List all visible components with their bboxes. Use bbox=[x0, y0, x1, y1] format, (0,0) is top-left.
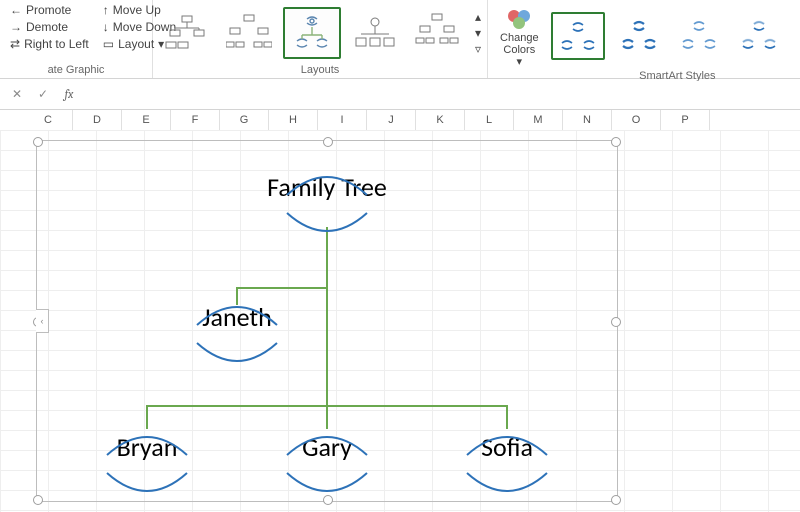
col-header[interactable]: E bbox=[122, 110, 171, 130]
formula-bar: ✕ ✓ fx bbox=[0, 79, 800, 110]
arc-bottom-icon bbox=[192, 333, 282, 373]
layouts-gallery-expand[interactable]: ▿ bbox=[475, 42, 481, 56]
demote-button[interactable]: → Demote bbox=[6, 19, 93, 35]
demote-label: Demote bbox=[26, 20, 68, 34]
smartart-node-child[interactable]: Sofia bbox=[447, 431, 567, 463]
connector bbox=[326, 289, 328, 405]
change-colors-label: Change Colors bbox=[500, 32, 539, 56]
style-option-1-selected[interactable] bbox=[551, 12, 605, 60]
layout-option-2[interactable] bbox=[221, 7, 277, 57]
chevron-down-icon: ▾ bbox=[517, 56, 523, 68]
layouts-scroll-up[interactable]: ▴ bbox=[475, 10, 481, 24]
ribbon-group-smartart-styles: Change Colors ▾ ▴ ▾ ▿ SmartArt Styles bbox=[488, 0, 800, 78]
promote-label: Promote bbox=[26, 3, 71, 17]
col-header[interactable]: I bbox=[318, 110, 367, 130]
arc-bottom-icon bbox=[282, 203, 372, 243]
more-icon: ▿ bbox=[475, 42, 481, 56]
col-header[interactable]: K bbox=[416, 110, 465, 130]
col-header[interactable]: H bbox=[269, 110, 318, 130]
arc-top-icon bbox=[102, 425, 192, 465]
style-option-5[interactable] bbox=[793, 12, 800, 58]
right-to-left-button[interactable]: ⇄ Right to Left bbox=[6, 36, 93, 52]
smartart-node-child[interactable]: Gary bbox=[267, 431, 387, 463]
chevron-up-icon: ▴ bbox=[475, 10, 481, 24]
arc-top-icon bbox=[282, 425, 372, 465]
arc-top-icon bbox=[282, 165, 372, 205]
column-header-row: C D E F G H I J K L M N O P bbox=[0, 110, 800, 131]
check-icon: ✓ bbox=[38, 87, 48, 101]
col-header[interactable]: N bbox=[563, 110, 612, 130]
style-option-3[interactable] bbox=[673, 12, 725, 58]
layout-label: Layout bbox=[118, 37, 154, 51]
resize-handle[interactable] bbox=[611, 317, 621, 327]
arc-top-icon bbox=[462, 425, 552, 465]
col-header[interactable]: O bbox=[612, 110, 661, 130]
group-create-label: ate Graphic bbox=[6, 64, 146, 78]
style-option-4[interactable] bbox=[733, 12, 785, 58]
group-layouts-label: Layouts bbox=[159, 64, 481, 78]
worksheet[interactable]: C D E F G H I J K L M N O P ‹ bbox=[0, 110, 800, 512]
arrow-up-icon: ↑ bbox=[103, 3, 109, 17]
resize-handle[interactable] bbox=[611, 495, 621, 505]
col-header[interactable]: P bbox=[661, 110, 710, 130]
resize-handle[interactable] bbox=[33, 495, 43, 505]
fx-button[interactable]: fx bbox=[60, 85, 78, 103]
smartart-object[interactable]: ‹ Family Tree Janeth Bryan G bbox=[36, 140, 618, 502]
cancel-formula-button[interactable]: ✕ bbox=[8, 85, 26, 103]
rtl-label: Right to Left bbox=[24, 37, 89, 51]
ribbon-group-create-graphic: ←Promote →Demote ⇄Right to Left ↑Move Up… bbox=[0, 0, 153, 78]
smartart-node-root[interactable]: Family Tree bbox=[257, 171, 397, 203]
arrow-down-icon: ↓ bbox=[103, 20, 109, 34]
chevron-down-icon: ▾ bbox=[475, 26, 481, 40]
x-icon: ✕ bbox=[12, 87, 22, 101]
swap-icon: ⇄ bbox=[10, 37, 20, 51]
ribbon-group-layouts: ▴ ▾ ▿ Layouts bbox=[153, 0, 488, 78]
layout-option-5[interactable] bbox=[409, 7, 465, 57]
style-option-2[interactable] bbox=[613, 12, 665, 58]
smartart-node-level1[interactable]: Janeth bbox=[177, 301, 297, 333]
col-header[interactable]: J bbox=[367, 110, 416, 130]
layout-option-4[interactable] bbox=[347, 7, 403, 57]
resize-handle[interactable] bbox=[323, 137, 333, 147]
text-pane-toggle[interactable]: ‹ bbox=[36, 309, 49, 333]
resize-handle[interactable] bbox=[611, 137, 621, 147]
enter-formula-button[interactable]: ✓ bbox=[34, 85, 52, 103]
resize-handle[interactable] bbox=[33, 137, 43, 147]
layouts-scroll-down[interactable]: ▾ bbox=[475, 26, 481, 40]
layout-option-1[interactable] bbox=[159, 7, 215, 57]
smartart-node-child[interactable]: Bryan bbox=[87, 431, 207, 463]
col-header[interactable]: F bbox=[171, 110, 220, 130]
fx-label: fx bbox=[65, 87, 74, 101]
col-header[interactable]: D bbox=[73, 110, 122, 130]
connector bbox=[236, 287, 328, 289]
chevron-left-icon: ‹ bbox=[41, 316, 44, 326]
arc-bottom-icon bbox=[282, 463, 372, 503]
color-wheel-icon bbox=[505, 4, 533, 30]
layout-option-3-selected[interactable] bbox=[283, 7, 341, 59]
arrow-left-icon: ← bbox=[10, 3, 22, 17]
formula-input[interactable] bbox=[86, 81, 800, 107]
change-colors-button[interactable]: Change Colors ▾ bbox=[494, 2, 545, 70]
col-header[interactable]: G bbox=[220, 110, 269, 130]
col-header[interactable]: M bbox=[514, 110, 563, 130]
layout-icon: ▭ bbox=[103, 37, 114, 51]
arc-bottom-icon bbox=[102, 463, 192, 503]
col-header[interactable]: C bbox=[24, 110, 73, 130]
promote-button[interactable]: ← Promote bbox=[6, 2, 93, 18]
col-header[interactable]: L bbox=[465, 110, 514, 130]
arrow-right-icon: → bbox=[10, 20, 22, 34]
ribbon: ←Promote →Demote ⇄Right to Left ↑Move Up… bbox=[0, 0, 800, 79]
arc-top-icon bbox=[192, 295, 282, 335]
arc-bottom-icon bbox=[462, 463, 552, 503]
